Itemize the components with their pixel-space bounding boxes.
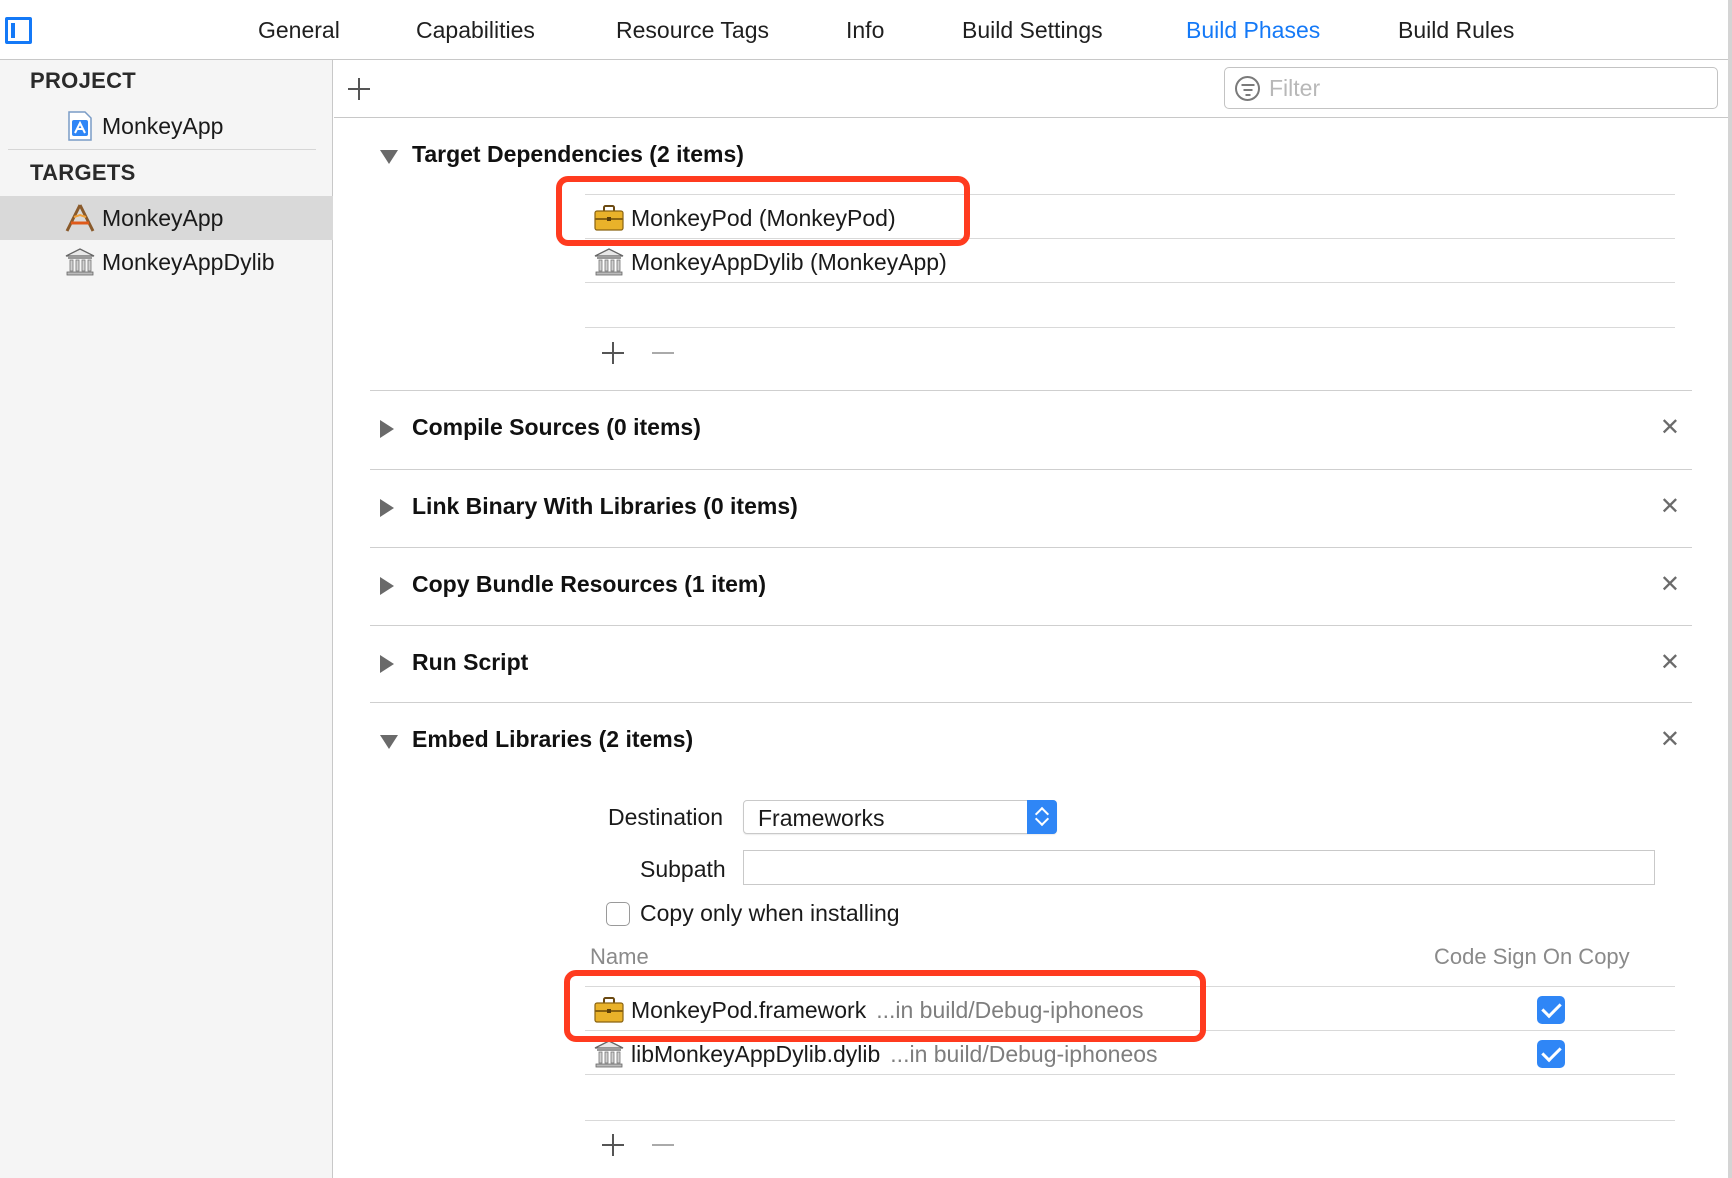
remove-dependency-icon[interactable] bbox=[652, 352, 674, 354]
filter-field[interactable] bbox=[1224, 67, 1718, 109]
list-divider bbox=[585, 1030, 1675, 1031]
phase-target-dependencies[interactable]: Target Dependencies (2 items) bbox=[370, 118, 1692, 196]
delete-phase-icon[interactable]: ✕ bbox=[1660, 570, 1680, 599]
delete-phase-icon[interactable]: ✕ bbox=[1660, 725, 1680, 754]
filter-icon bbox=[1235, 76, 1260, 101]
destination-value: Frameworks bbox=[758, 805, 885, 831]
code-sign-checkbox-monkeypod[interactable] bbox=[1537, 996, 1565, 1024]
library-icon bbox=[65, 248, 95, 276]
add-dependency-icon[interactable] bbox=[602, 342, 624, 364]
briefcase-icon bbox=[594, 997, 624, 1023]
code-sign-checkbox-libmonkeyappdylib[interactable] bbox=[1537, 1040, 1565, 1068]
delete-phase-icon[interactable]: ✕ bbox=[1660, 413, 1680, 442]
embed-item-label: libMonkeyAppDylib.dylib ...in build/Debug… bbox=[631, 1041, 1158, 1068]
tab-capabilities[interactable]: Capabilities bbox=[416, 17, 535, 44]
delete-phase-icon[interactable]: ✕ bbox=[1660, 492, 1680, 521]
dependency-label: MonkeyPod (MonkeyPod) bbox=[631, 205, 896, 231]
copy-only-label: Copy only when installing bbox=[640, 900, 900, 926]
add-embed-library-icon[interactable] bbox=[602, 1134, 624, 1156]
subpath-input[interactable] bbox=[743, 850, 1655, 885]
subpath-label: Subpath bbox=[640, 856, 726, 882]
sidebar-toggle-icon[interactable] bbox=[5, 17, 32, 44]
dependency-row-monkeypod[interactable]: MonkeyPod (MonkeyPod) bbox=[585, 196, 1675, 240]
destination-label: Destination bbox=[608, 804, 724, 830]
phase-title: Compile Sources (0 items) bbox=[412, 414, 701, 440]
phase-title: Link Binary With Libraries (0 items) bbox=[412, 493, 798, 519]
targets-section-header: TARGETS bbox=[30, 160, 136, 185]
dependency-row-monkeyappdylib[interactable]: MonkeyAppDylib (MonkeyApp) bbox=[585, 240, 1675, 284]
copy-only-checkbox[interactable] bbox=[606, 902, 630, 926]
phase-copy-bundle-resources[interactable]: Copy Bundle Resources (1 item) ✕ bbox=[370, 548, 1692, 626]
project-section-header: PROJECT bbox=[30, 68, 137, 93]
sidebar-item-project-monkeyapp[interactable]: MonkeyApp bbox=[0, 104, 333, 148]
tab-build-rules[interactable]: Build Rules bbox=[1398, 17, 1514, 44]
phase-title: Run Script bbox=[412, 649, 529, 675]
delete-phase-icon[interactable]: ✕ bbox=[1660, 648, 1680, 677]
embed-item-location: ...in build/Debug-iphoneos bbox=[876, 997, 1144, 1023]
tab-build-phases[interactable]: Build Phases bbox=[1186, 17, 1320, 44]
list-divider bbox=[585, 282, 1675, 283]
list-divider bbox=[585, 194, 1675, 195]
list-divider bbox=[585, 1120, 1675, 1121]
column-header-name[interactable]: Name bbox=[590, 944, 649, 970]
list-divider bbox=[585, 238, 1675, 239]
disclosure-open-icon[interactable] bbox=[380, 150, 398, 164]
tab-info[interactable]: Info bbox=[846, 17, 884, 44]
sidebar-item-label: MonkeyApp bbox=[102, 205, 224, 231]
library-icon bbox=[594, 1040, 624, 1068]
add-build-phase-icon[interactable] bbox=[348, 78, 370, 100]
embed-row-libmonkeyappdylib[interactable]: libMonkeyAppDylib.dylib ...in build/Debug… bbox=[585, 1032, 1675, 1076]
embed-item-name: libMonkeyAppDylib.dylib bbox=[631, 1041, 881, 1067]
sidebar-item-label: MonkeyAppDylib bbox=[102, 249, 275, 275]
select-stepper-icon[interactable] bbox=[1027, 800, 1057, 834]
list-divider bbox=[585, 1074, 1675, 1075]
phase-title: Copy Bundle Resources (1 item) bbox=[412, 571, 767, 597]
dependency-label: MonkeyAppDylib (MonkeyApp) bbox=[631, 249, 947, 275]
column-header-code-sign[interactable]: Code Sign On Copy bbox=[1434, 944, 1630, 970]
disclosure-closed-icon[interactable] bbox=[380, 655, 394, 673]
sidebar-divider bbox=[8, 149, 316, 150]
phase-embed-libraries[interactable]: Embed Libraries (2 items) ✕ bbox=[370, 703, 1692, 781]
disclosure-closed-icon[interactable] bbox=[380, 420, 394, 438]
disclosure-closed-icon[interactable] bbox=[380, 577, 394, 595]
disclosure-closed-icon[interactable] bbox=[380, 499, 394, 517]
phase-title: Embed Libraries (2 items) bbox=[412, 726, 694, 752]
tab-build-settings[interactable]: Build Settings bbox=[962, 17, 1103, 44]
window-right-edge bbox=[1728, 0, 1732, 1178]
xcode-build-phases-window: General Capabilities Resource Tags Info … bbox=[0, 0, 1732, 1178]
sidebar-item-target-monkeyapp[interactable]: MonkeyApp bbox=[0, 196, 333, 240]
sidebar-item-label: MonkeyApp bbox=[102, 113, 224, 139]
tab-resource-tags[interactable]: Resource Tags bbox=[616, 17, 769, 44]
app-target-icon bbox=[65, 204, 95, 232]
embed-item-label: MonkeyPod.framework ...in build/Debug-iph… bbox=[631, 997, 1143, 1024]
list-divider bbox=[585, 327, 1675, 328]
embed-item-location: ...in build/Debug-iphoneos bbox=[890, 1041, 1158, 1067]
briefcase-icon bbox=[594, 205, 624, 231]
phase-title: Target Dependencies (2 items) bbox=[412, 141, 744, 167]
filter-input[interactable] bbox=[1267, 72, 1707, 104]
destination-select[interactable]: Frameworks bbox=[743, 800, 1057, 834]
embed-row-monkeypod-framework[interactable]: MonkeyPod.framework ...in build/Debug-iph… bbox=[585, 988, 1675, 1032]
list-divider bbox=[585, 986, 1675, 987]
project-navigator-sidebar: PROJECT MonkeyApp TARGETS MonkeyApp Monk… bbox=[0, 60, 333, 1178]
library-icon bbox=[594, 248, 624, 276]
sidebar-item-target-monkeyappdylib[interactable]: MonkeyAppDylib bbox=[0, 240, 333, 284]
disclosure-open-icon[interactable] bbox=[380, 735, 398, 749]
phase-compile-sources[interactable]: Compile Sources (0 items) ✕ bbox=[370, 391, 1692, 469]
phase-link-binary[interactable]: Link Binary With Libraries (0 items) ✕ bbox=[370, 470, 1692, 548]
remove-embed-library-icon[interactable] bbox=[652, 1144, 674, 1146]
tab-general[interactable]: General bbox=[258, 17, 340, 44]
xcodeproj-icon bbox=[68, 111, 92, 141]
embed-item-name: MonkeyPod.framework bbox=[631, 997, 867, 1023]
editor-tab-bar: General Capabilities Resource Tags Info … bbox=[0, 0, 1732, 60]
phase-run-script[interactable]: Run Script ✕ bbox=[370, 626, 1692, 704]
